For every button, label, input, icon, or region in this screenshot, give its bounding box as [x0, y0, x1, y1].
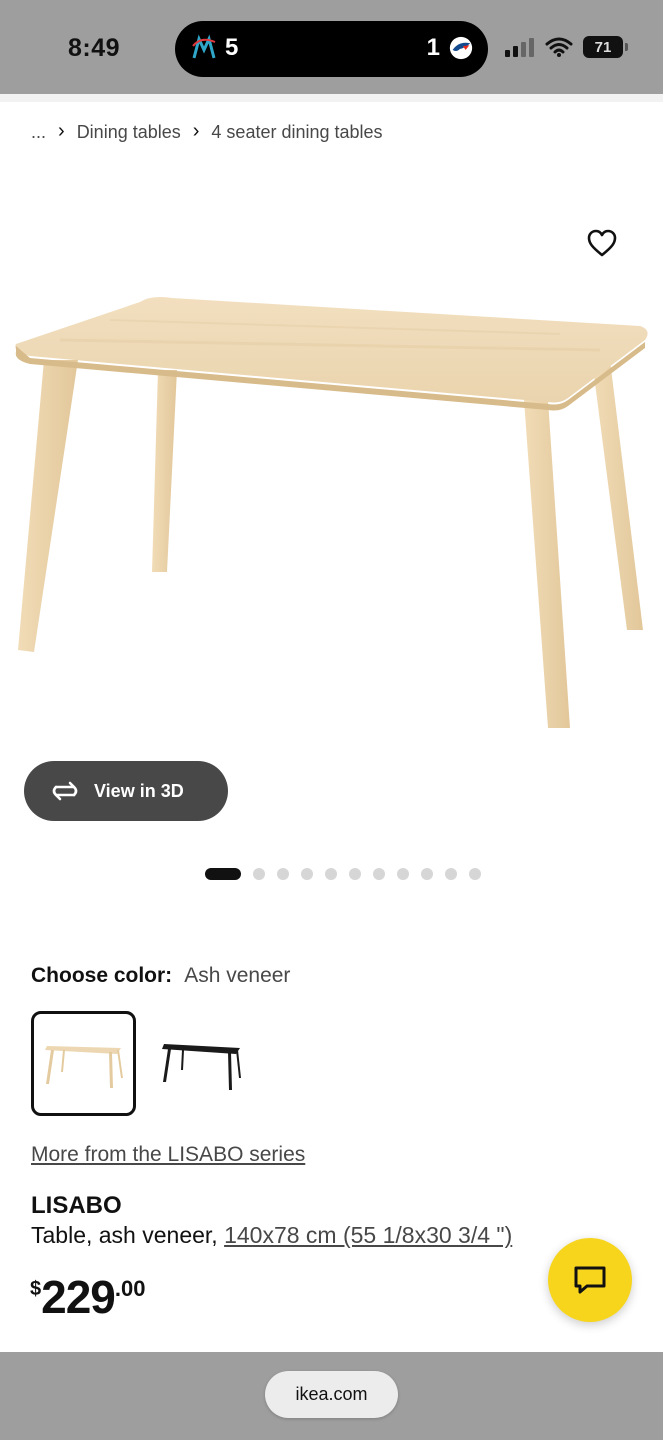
product-price: $ 229 .00 [30, 1272, 145, 1322]
page-top-divider [0, 94, 663, 102]
gallery-dot[interactable] [421, 868, 433, 880]
chat-bubble-icon [574, 1266, 606, 1294]
gallery-dot[interactable] [301, 868, 313, 880]
product-name: LISABO [31, 1192, 122, 1219]
home-team-score: 1 [427, 34, 474, 62]
rotate-3d-icon [52, 781, 78, 801]
gallery-dot[interactable] [277, 868, 289, 880]
gallery-dot[interactable] [253, 868, 265, 880]
address-bar-url: ikea.com [295, 1384, 368, 1404]
status-icons: 71 [505, 36, 628, 58]
black-table-icon [161, 1043, 241, 1090]
chevron-right-icon: › [192, 120, 200, 142]
gallery-dot[interactable] [469, 868, 481, 880]
product-image[interactable] [0, 290, 663, 740]
view-in-3d-button[interactable]: View in 3D [24, 761, 228, 821]
selected-color-value: Ash veneer [184, 964, 291, 987]
away-team-score: 5 [191, 34, 238, 62]
breadcrumb-dining-tables[interactable]: Dining tables [77, 122, 181, 143]
chevron-right-icon: › [58, 120, 65, 142]
breadcrumb-4-seater[interactable]: 4 seater dining tables [211, 122, 382, 143]
breadcrumb-ellipsis[interactable]: ... [31, 122, 46, 143]
product-dimensions-link[interactable]: 140x78 cm (55 1/8x30 3/4 ") [224, 1222, 512, 1248]
breadcrumb: ... › Dining tables › 4 seater dining ta… [31, 120, 383, 143]
favorite-heart-icon[interactable] [586, 228, 618, 258]
price-currency: $ [30, 1278, 42, 1300]
home-score-value: 1 [426, 34, 440, 61]
choose-color-label: Choose color: [31, 964, 173, 987]
browser-bottom-bar: ikea.com [0, 1352, 663, 1440]
color-selector-heading: Choose color: Ash veneer [31, 964, 290, 988]
price-integer: 229 [41, 1271, 116, 1323]
blue-jays-logo-icon [449, 36, 473, 60]
color-swatch-black[interactable] [148, 1011, 253, 1116]
status-time: 8:49 [68, 34, 121, 62]
view-in-3d-label: View in 3D [94, 780, 184, 801]
dynamic-island-live-activity[interactable]: 5 1 [175, 21, 488, 77]
ash-veneer-table-icon [44, 1045, 123, 1088]
wifi-icon [545, 37, 573, 57]
battery-icon: 71 [583, 36, 628, 58]
gallery-pagination[interactable] [205, 868, 481, 880]
address-bar[interactable]: ikea.com [265, 1371, 398, 1418]
price-decimal: .00 [114, 1276, 146, 1301]
battery-level: 71 [594, 38, 612, 56]
cellular-signal-icon [505, 38, 534, 57]
marlins-logo-icon [192, 34, 216, 59]
gallery-dot[interactable] [349, 868, 361, 880]
chat-button[interactable] [548, 1238, 632, 1322]
gallery-dot[interactable] [397, 868, 409, 880]
gallery-dot[interactable] [325, 868, 337, 880]
gallery-dot[interactable] [445, 868, 457, 880]
gallery-dot[interactable] [205, 868, 241, 880]
status-bar: 8:49 5 1 71 [0, 0, 663, 94]
away-score-value: 5 [225, 34, 239, 61]
product-description: Table, ash veneer, 140x78 cm (55 1/8x30 … [31, 1222, 512, 1249]
product-description-text: Table, ash veneer, [31, 1222, 225, 1248]
color-swatch-ash-veneer[interactable] [31, 1011, 136, 1116]
series-link[interactable]: More from the LISABO series [31, 1143, 305, 1167]
gallery-dot[interactable] [373, 868, 385, 880]
